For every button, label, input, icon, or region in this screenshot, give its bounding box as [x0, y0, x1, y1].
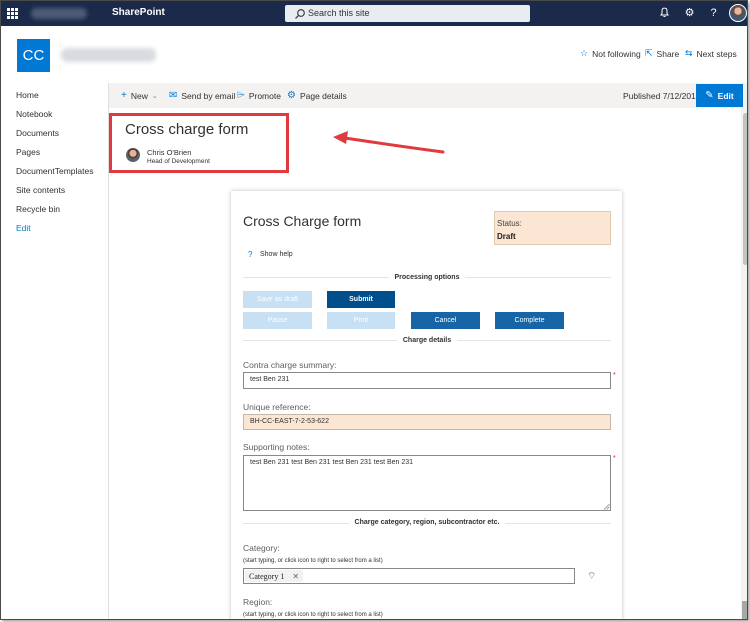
edit-label: Edit — [717, 90, 734, 101]
mail-icon: ✉ — [169, 90, 178, 101]
page-details-button[interactable]: ⚙ Page details — [287, 90, 347, 101]
resize-handle-icon[interactable] — [603, 503, 610, 510]
share-button[interactable]: ⇱ Share — [645, 48, 679, 59]
search-placeholder: Search this site — [308, 8, 370, 18]
send-by-email-button[interactable]: ✉ Send by email — [169, 90, 235, 101]
show-help-link[interactable]: Show help — [260, 251, 293, 258]
search-icon — [295, 9, 305, 19]
gear-icon: ⚙ — [287, 90, 296, 101]
summary-label: Contra charge summary: — [243, 360, 337, 370]
suite-title[interactable]: SharePoint — [112, 7, 165, 18]
status-label: Status: — [497, 219, 522, 228]
tag-picker-icon[interactable]: ⌔ — [587, 570, 596, 583]
nav-item-pages[interactable]: Pages — [16, 147, 40, 157]
nav-item-documents[interactable]: Documents — [16, 128, 59, 138]
new-button[interactable]: + New ⌄ — [121, 90, 158, 101]
site-name-redacted — [61, 48, 156, 62]
promote-button[interactable]: ⌲ Promote — [237, 90, 281, 101]
category-section-label: Charge category, region, subcontractor e… — [348, 519, 506, 526]
pencil-icon: ✎ — [705, 90, 714, 101]
reference-field: BH-CC-EAST-7-2-53-622 — [243, 414, 611, 430]
share-icon: ⇱ — [645, 48, 653, 58]
print-button[interactable]: Print — [327, 312, 395, 329]
edit-page-button[interactable]: ✎ Edit — [696, 84, 743, 107]
published-date: Published 7/12/2019 — [623, 91, 701, 101]
category-label: Category: — [243, 543, 280, 553]
organization-name-redacted — [31, 8, 87, 19]
plus-icon: + — [121, 90, 127, 101]
nav-item-home[interactable]: Home — [16, 90, 39, 100]
form-title: Cross Charge form — [243, 213, 362, 229]
nav-item-recycle-bin[interactable]: Recycle bin — [16, 204, 60, 214]
next-steps-button[interactable]: ⇆ Next steps — [685, 48, 737, 59]
notes-label: Supporting notes: — [243, 442, 310, 452]
gear-icon[interactable]: ⚙ — [683, 7, 696, 20]
category-tag: Category 1 ✕ — [245, 570, 304, 582]
region-label: Region: — [243, 597, 273, 607]
charge-details-heading: Charge details — [243, 337, 611, 344]
next-steps-label: Next steps — [696, 48, 737, 59]
red-arrow-annotation — [333, 131, 445, 154]
notification-bell-icon[interactable] — [658, 7, 671, 20]
scrollbar-button[interactable] — [742, 601, 747, 619]
site-header: CC ☆ Not following ⇱ Share ⇆ Next steps — [1, 26, 747, 83]
scrollbar-thumb[interactable] — [743, 113, 747, 265]
required-marker: * — [613, 455, 616, 462]
user-avatar[interactable] — [729, 4, 747, 22]
summary-input[interactable]: test Ben 231 — [243, 372, 611, 389]
nav-item-documenttemplates[interactable]: DocumentTemplates — [16, 166, 93, 176]
cancel-button[interactable]: Cancel — [411, 312, 480, 329]
left-navigation: Home Notebook Documents Pages DocumentTe… — [1, 83, 109, 619]
search-box[interactable]: Search this site — [285, 5, 530, 22]
pause-button[interactable]: Pause — [243, 312, 312, 329]
region-hint: (start typing, or click icon to right to… — [243, 612, 383, 618]
remove-tag-icon[interactable]: ✕ — [292, 572, 299, 581]
nav-edit-link[interactable]: Edit — [16, 223, 31, 233]
browser-frame: SharePoint Search this site ⚙ ? CC ☆ Not… — [0, 0, 748, 620]
send-label: Send by email — [181, 90, 236, 101]
status-value: Draft — [497, 232, 516, 241]
next-steps-icon: ⇆ — [685, 48, 693, 58]
chevron-down-icon: ⌄ — [151, 92, 158, 100]
complete-button[interactable]: Complete — [495, 312, 564, 329]
required-marker: * — [613, 372, 616, 379]
nav-item-site-contents[interactable]: Site contents — [16, 185, 65, 195]
nav-item-notebook[interactable]: Notebook — [16, 109, 52, 119]
category-tag-label: Category 1 — [249, 571, 285, 581]
submit-button[interactable]: Submit — [327, 291, 395, 308]
star-icon: ☆ — [580, 48, 589, 58]
processing-options-label: Processing options — [388, 274, 466, 281]
app-launcher-icon[interactable] — [7, 8, 18, 19]
follow-label: Not following — [592, 48, 641, 59]
follow-button[interactable]: ☆ Not following — [580, 48, 641, 59]
save-as-draft-button[interactable]: Save as draft — [243, 291, 312, 308]
charge-details-label: Charge details — [396, 337, 458, 344]
highlight-box-annotation — [109, 113, 289, 173]
megaphone-icon: ⌲ — [237, 90, 245, 101]
site-logo[interactable]: CC — [17, 39, 50, 72]
reference-label: Unique reference: — [243, 402, 311, 412]
share-label: Share — [656, 48, 680, 59]
processing-options-heading: Processing options — [243, 274, 611, 281]
page-details-label: Page details — [299, 90, 347, 101]
promote-label: Promote — [248, 90, 281, 101]
category-hint: (start typing, or click icon to right to… — [243, 558, 383, 564]
notes-textarea[interactable]: test Ben 231 test Ben 231 test Ben 231 t… — [243, 455, 611, 511]
question-icon[interactable]: ? — [248, 250, 252, 259]
suite-bar: SharePoint Search this site ⚙ ? — [1, 1, 747, 26]
new-label: New — [130, 90, 148, 101]
command-bar: + New ⌄ ✉ Send by email ⌲ Promote ⚙ Page… — [109, 83, 747, 108]
help-icon[interactable]: ? — [707, 7, 720, 20]
category-section-heading: Charge category, region, subcontractor e… — [243, 519, 611, 526]
